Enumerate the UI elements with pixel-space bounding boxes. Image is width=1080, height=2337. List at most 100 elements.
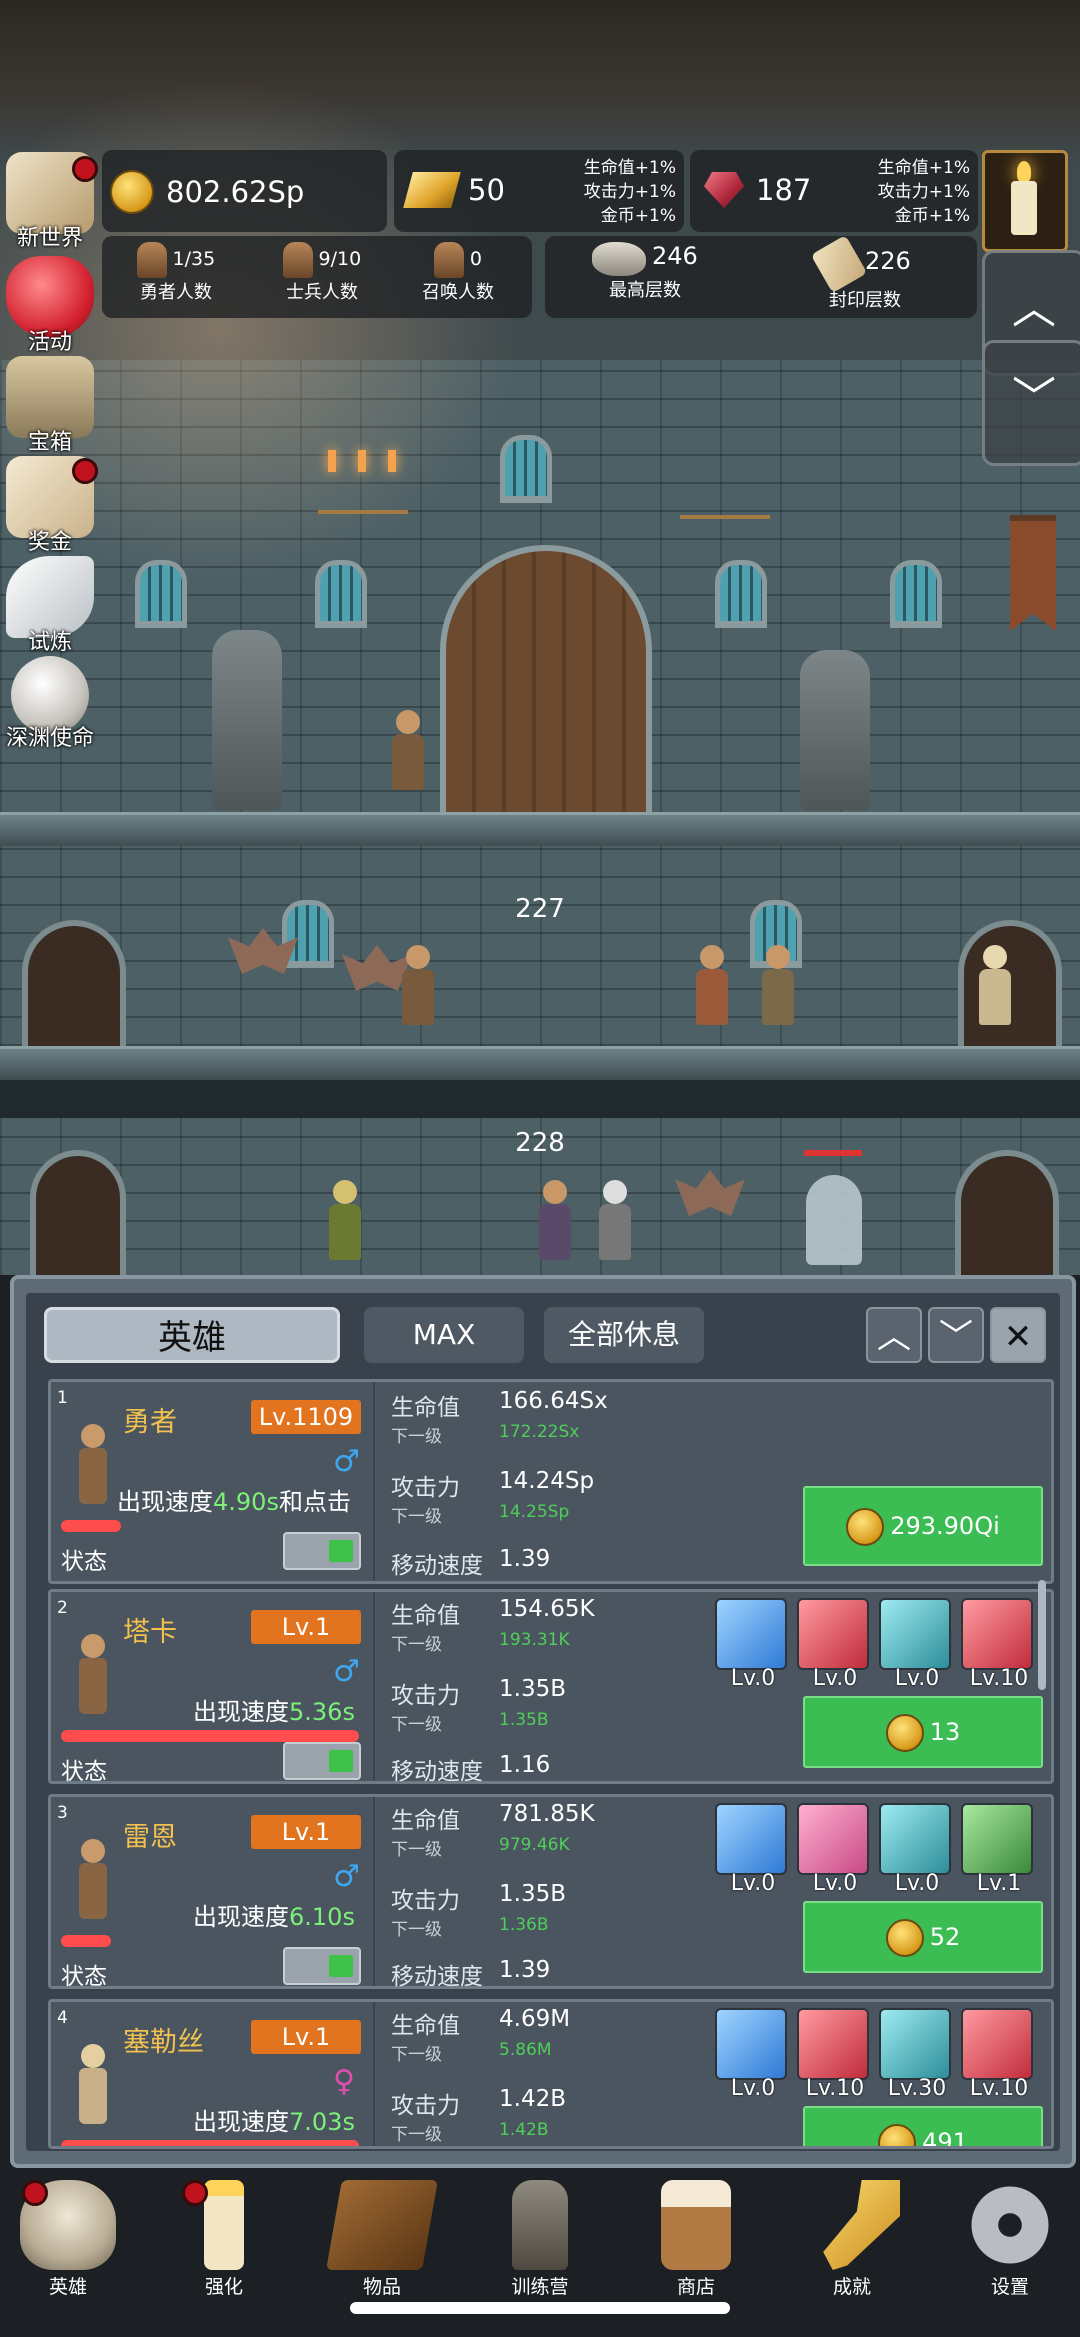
status-label: 状态 xyxy=(61,1759,107,1785)
male-icon: ♂ xyxy=(333,1859,360,1894)
side-abyss-mission[interactable]: 深渊使命 xyxy=(0,656,100,752)
nav-items[interactable]: 物品 xyxy=(322,2180,442,2299)
nav-enhance-label: 强化 xyxy=(204,2276,243,2298)
move-value: 1.39 xyxy=(499,1957,551,1983)
hero-card-1[interactable]: 1 勇者 Lv.1109 ♂ 出现速度4.90s和点击 状态 生命值 166.6… xyxy=(48,1379,1054,1584)
equip-slot-weapon[interactable]: Lv.10 xyxy=(797,2008,873,2101)
hero-card-4[interactable]: 4 塞勒丝 Lv.1 ♀ 出现速度7.03s 生命值 4.69M 下一级 5.8… xyxy=(48,1999,1054,2149)
soldier-unit[interactable] xyxy=(975,945,1015,1025)
equip-level: Lv.0 xyxy=(812,1666,858,1691)
hero-name: 塞勒丝 xyxy=(123,2027,204,2058)
soldier-unit[interactable] xyxy=(692,945,732,1025)
gem-bonus: 生命值+1% 攻击力+1% 金币+1% xyxy=(878,156,970,228)
equip-slot-accessory[interactable]: Lv.1 xyxy=(961,1803,1037,1896)
soldier-unit[interactable] xyxy=(535,1180,575,1260)
scroll-down-button[interactable]: ﹀ xyxy=(982,340,1080,466)
soldier-unit[interactable] xyxy=(325,1180,365,1260)
side-chest[interactable]: 宝箱 xyxy=(0,356,100,456)
atk-value: 1.42B xyxy=(499,2086,566,2112)
hp-next-label: 下一级 xyxy=(391,1427,442,1447)
soldier-unit[interactable] xyxy=(595,1180,635,1260)
hero-count: 1/35 xyxy=(172,248,216,270)
floor-number: 228 xyxy=(515,1128,565,1158)
female-icon: ♀ xyxy=(333,2064,355,2099)
equip-slot-shield[interactable]: Lv.0 xyxy=(715,1803,791,1896)
gold-bar-bonus: 生命值+1% 攻击力+1% 金币+1% xyxy=(584,156,676,228)
equip-slot-boots[interactable]: Lv.30 xyxy=(879,2008,955,2101)
nav-hero[interactable]: 英雄 xyxy=(8,2180,128,2299)
status-toggle[interactable] xyxy=(283,1532,361,1570)
equip-slot-shield[interactable]: Lv.0 xyxy=(715,1598,791,1691)
upgrade-button[interactable]: 491 xyxy=(803,2106,1043,2149)
side-trial[interactable]: 试炼 xyxy=(0,556,100,656)
gem-panel: 187 生命值+1% 攻击力+1% 金币+1% xyxy=(690,150,978,232)
hero-unit[interactable] xyxy=(388,710,428,790)
window xyxy=(890,560,942,628)
unit-count-panel: 1/35 勇者人数 9/10 士兵人数 0 召唤人数 xyxy=(102,236,532,318)
bonus-atk: 攻击力+1% xyxy=(583,182,676,202)
tab-hero[interactable]: 英雄 xyxy=(44,1307,340,1363)
gold-coin-icon xyxy=(878,2124,917,2146)
close-button[interactable]: ✕ xyxy=(990,1307,1046,1363)
hero-progress-bar xyxy=(61,1935,111,1947)
hp-value: 154.65K xyxy=(499,1596,595,1622)
nav-shop[interactable]: 商店 xyxy=(636,2180,756,2299)
panel-down-button[interactable]: ﹀ xyxy=(928,1307,984,1363)
equip-slot-accessory[interactable]: Lv.10 xyxy=(961,1598,1037,1691)
max-button[interactable]: MAX xyxy=(364,1307,524,1363)
hero-level-badge: Lv.1 xyxy=(251,1815,361,1849)
nav-training[interactable]: 训练营 xyxy=(480,2180,600,2299)
hero-card-2[interactable]: 2 塔卡 Lv.1 ♂ 出现速度5.36s 状态 生命值 154.65K 下一级… xyxy=(48,1589,1054,1785)
upgrade-button[interactable]: 13 xyxy=(803,1696,1043,1768)
panel-up-button[interactable]: ︿ xyxy=(866,1307,922,1363)
upgrade-cost: 491 xyxy=(922,2128,968,2149)
hero-level-badge: Lv.1 xyxy=(251,1610,361,1644)
side-new-world-label: 新世界 xyxy=(16,226,83,251)
nav-achievement[interactable]: 成就 xyxy=(792,2180,912,2299)
hero-name: 雷恩 xyxy=(123,1822,177,1853)
soldier-unit[interactable] xyxy=(758,945,798,1025)
candle-buff-icon[interactable] xyxy=(982,150,1068,252)
equip-slot-weapon[interactable]: Lv.0 xyxy=(797,1598,873,1691)
ghost-enemy[interactable] xyxy=(806,1175,862,1265)
shield-icon xyxy=(715,1803,787,1875)
hero-card-3[interactable]: 3 雷恩 Lv.1 ♂ 出现速度6.10s 状态 生命值 781.85K 下一级… xyxy=(48,1794,1054,1990)
door xyxy=(22,920,126,1052)
mug-icon xyxy=(661,2180,731,2270)
hero-panel: 英雄 MAX 全部休息 ︿ ﹀ ✕ 1 勇者 Lv.1109 ♂ 出现速度4.9… xyxy=(10,1275,1076,2168)
equip-slot-shield[interactable]: Lv.0 xyxy=(715,2008,791,2101)
hp-label: 生命值 xyxy=(391,1808,460,1834)
atk-label: 攻击力 xyxy=(391,1475,460,1501)
status-toggle[interactable] xyxy=(283,1742,361,1780)
hp-label: 生命值 xyxy=(391,1395,460,1421)
rest-all-button[interactable]: 全部休息 xyxy=(544,1307,704,1363)
equip-slot-boots[interactable]: Lv.0 xyxy=(879,1803,955,1896)
castle-gate[interactable] xyxy=(440,545,652,816)
hp-value: 781.85K xyxy=(499,1801,595,1827)
hero-index: 4 xyxy=(57,2008,68,2028)
upgrade-cost: 13 xyxy=(929,1718,961,1746)
equip-slot-boots[interactable]: Lv.0 xyxy=(879,1598,955,1691)
side-new-world[interactable]: 新世界 xyxy=(0,152,100,252)
boots-icon xyxy=(879,1803,951,1875)
side-bonus[interactable]: 奖金 xyxy=(0,456,100,556)
gold-bar-amount: 50 xyxy=(468,173,505,207)
nav-settings[interactable]: 设置 xyxy=(950,2180,1070,2299)
home-indicator[interactable] xyxy=(350,2302,730,2314)
status-toggle[interactable] xyxy=(283,1947,361,1985)
nav-enhance[interactable]: 强化 xyxy=(164,2180,284,2299)
enemy-health-bar xyxy=(804,1150,862,1156)
atk-next-value: 14.25Sp xyxy=(499,1502,570,1522)
upgrade-button[interactable]: 52 xyxy=(803,1901,1043,1973)
side-abyss-mission-label: 深渊使命 xyxy=(5,726,94,751)
status-label: 状态 xyxy=(61,1549,107,1575)
side-event[interactable]: 活动 xyxy=(0,256,100,356)
summon-count-label: 召唤人数 xyxy=(422,282,494,303)
equip-slot-weapon[interactable]: Lv.0 xyxy=(797,1803,873,1896)
hero-unit[interactable] xyxy=(398,945,438,1025)
upgrade-button[interactable]: 293.90Qi xyxy=(803,1486,1043,1566)
panel-scrollbar[interactable] xyxy=(1038,1580,1046,1690)
window xyxy=(715,560,767,628)
divider xyxy=(373,1592,375,1781)
equip-slot-accessory[interactable]: Lv.10 xyxy=(961,2008,1037,2101)
